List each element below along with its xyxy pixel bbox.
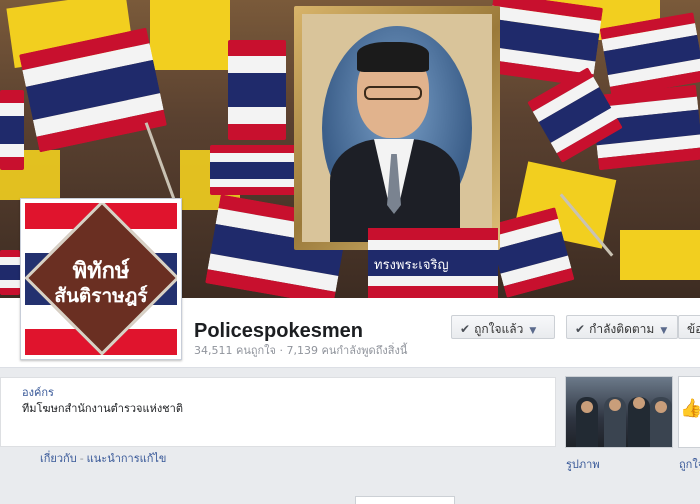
bottom-tab [355, 496, 455, 504]
thai-flag [228, 40, 286, 140]
profile-picture[interactable]: พิทักษ์ สันติราษฎร์ [20, 198, 182, 360]
royal-portrait [294, 6, 500, 250]
check-icon: ✔ [575, 322, 586, 336]
message-button-label: ข้อ [687, 322, 700, 336]
flag-stick [144, 122, 179, 208]
link-separator: - [79, 452, 84, 465]
profile-text-line2: สันติราษฎร์ [54, 285, 148, 307]
facebook-page: ทรงพระเจริญ พิทักษ์ สันติราษฎร์ Policesp… [0, 0, 700, 504]
caret-down-icon: ▼ [529, 326, 537, 336]
caret-down-icon: ▼ [660, 326, 668, 336]
thai-flag [0, 250, 20, 295]
page-title[interactable]: Policespokesmen [194, 320, 363, 343]
page-stats: 34,511 คนถูกใจ · 7,139 คนกำลังพูดถึงสิ่ง… [194, 344, 408, 357]
following-button-label: กำลังติดตาม [589, 322, 655, 336]
message-button[interactable]: ข้อ [678, 315, 700, 339]
portrait-image [302, 14, 492, 242]
photos-thumbnail[interactable] [565, 376, 673, 448]
suggest-edit-link[interactable]: แนะนำการแก้ไข [87, 452, 167, 465]
banner-text: ทรงพระเจริญ [368, 250, 498, 276]
about-links: เกี่ยวกับ - แนะนำการแก้ไข [40, 449, 166, 467]
about-link[interactable]: เกี่ยวกับ [40, 452, 77, 465]
liked-button[interactable]: ✔ ถูกใจแล้ว ▼ [451, 315, 555, 339]
photos-link[interactable]: รูปภาพ [566, 455, 600, 473]
page-description: ทีมโฆษกสำนักงานตำรวจแห่งชาติ [22, 402, 183, 415]
profile-flag: พิทักษ์ สันติราษฎร์ [25, 203, 177, 355]
liked-button-label: ถูกใจแล้ว [474, 322, 524, 336]
yellow-flag [620, 230, 700, 280]
check-icon: ✔ [460, 322, 471, 336]
yellow-flag [150, 0, 230, 70]
thumbs-up-icon: 👍 [680, 398, 700, 419]
following-button[interactable]: ✔ กำลังติดตาม ▼ [566, 315, 678, 339]
likes-link[interactable]: ถูกใจ [679, 455, 700, 473]
banner-flag: ทรงพระเจริญ [368, 228, 498, 298]
portrait-hair [357, 42, 429, 72]
portrait-glasses [364, 86, 422, 100]
thai-flag [0, 90, 24, 170]
